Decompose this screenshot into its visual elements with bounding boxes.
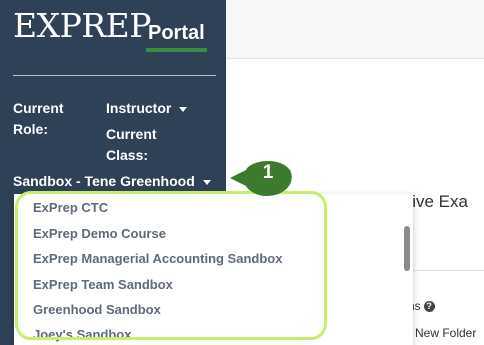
sidebar-divider xyxy=(13,75,216,76)
top-bar xyxy=(226,0,484,59)
portal-label: Portal xyxy=(148,22,205,44)
highlight-outline xyxy=(15,191,327,340)
class-selector[interactable]: Sandbox - Tene Greenhood xyxy=(13,171,211,192)
callout-number: 1 xyxy=(262,162,274,183)
content-divider xyxy=(404,270,484,271)
chevron-down-icon xyxy=(202,179,211,185)
role-selector[interactable]: Instructor xyxy=(106,98,188,119)
new-folder-button[interactable]: New Folder xyxy=(415,326,476,340)
class-selected-value: Sandbox - Tene Greenhood xyxy=(13,173,195,189)
role-value: Instructor xyxy=(106,100,172,116)
dropdown-scrollbar[interactable] xyxy=(404,226,410,271)
chevron-down-icon xyxy=(179,106,188,112)
current-role-label: Current Role: xyxy=(13,100,64,137)
portal-underline xyxy=(146,48,207,52)
help-icon[interactable]: ? xyxy=(423,301,435,313)
callout-shape xyxy=(230,160,292,196)
exprep-logo[interactable]: EXPREP xyxy=(13,6,151,45)
current-class-label: Current Class: xyxy=(106,126,157,163)
